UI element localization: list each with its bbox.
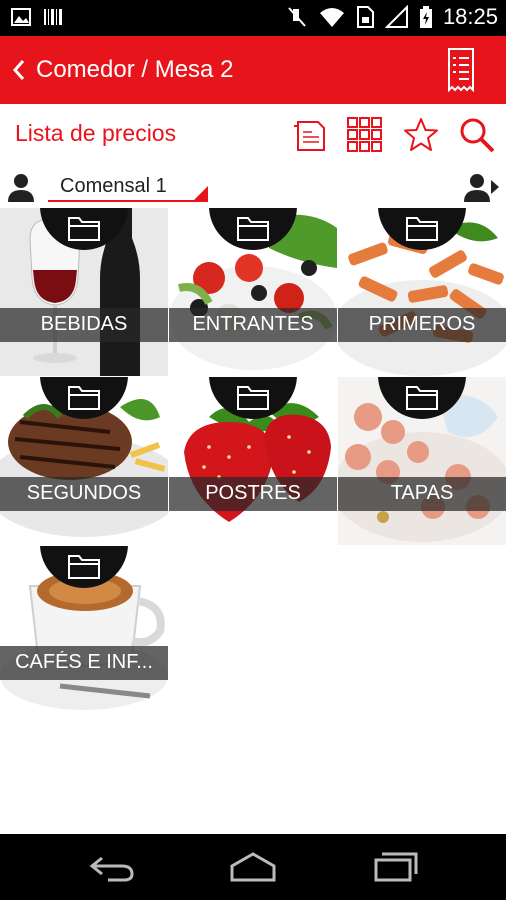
status-bar: 18:25 xyxy=(0,0,506,36)
category-label: TAPAS xyxy=(390,482,454,504)
price-list-title: Lista de precios xyxy=(15,120,177,146)
category-tile-segundos[interactable]: SEGUNDOS xyxy=(0,377,168,545)
diner-selected-value: Comensal 1 xyxy=(60,175,167,197)
folder-icon xyxy=(68,217,100,241)
category-tile-bebidas[interactable]: BEBIDAS xyxy=(0,208,168,376)
category-label: PRIMEROS xyxy=(368,313,476,335)
folder-icon xyxy=(237,217,269,241)
folder-icon xyxy=(406,217,438,241)
toolbar: Lista de precios xyxy=(0,104,506,166)
mute-icon xyxy=(288,7,306,27)
folder-icon xyxy=(406,386,438,410)
recents-nav-icon[interactable] xyxy=(370,850,420,884)
category-tile-postres[interactable]: POSTRES xyxy=(169,377,337,545)
category-label: ENTRANTES xyxy=(192,313,314,335)
category-tile-tapas[interactable]: TAPAS xyxy=(338,377,506,545)
folder-icon xyxy=(68,386,100,410)
barcode-icon xyxy=(44,9,62,25)
chevron-left-icon[interactable] xyxy=(8,56,30,84)
category-label: BEBIDAS xyxy=(40,313,128,335)
category-label: CAFÉS E INF... xyxy=(15,651,153,673)
page-title: Comedor / Mesa 2 xyxy=(36,56,234,83)
folder-icon xyxy=(237,386,269,410)
image-icon xyxy=(11,8,31,26)
receipt-icon[interactable] xyxy=(446,46,476,94)
category-tile-cafes[interactable]: CAFÉS E INF... xyxy=(0,546,168,714)
back-nav-icon[interactable] xyxy=(88,850,138,884)
category-tile-primeros[interactable]: PRIMEROS xyxy=(338,208,506,376)
system-nav-bar xyxy=(0,834,506,900)
person-next-icon[interactable] xyxy=(464,172,500,202)
diner-selector-row: Comensal 1 xyxy=(0,166,506,206)
sim-icon xyxy=(356,6,374,28)
category-label: SEGUNDOS xyxy=(26,482,142,504)
category-tile-entrantes[interactable]: ENTRANTES xyxy=(169,208,337,376)
search-icon[interactable] xyxy=(458,116,496,154)
grid-icon[interactable] xyxy=(346,116,384,154)
home-nav-icon[interactable] xyxy=(228,850,278,884)
wifi-icon xyxy=(319,8,344,27)
diner-dropdown[interactable]: Comensal 1 xyxy=(48,170,208,202)
clock: 18:25 xyxy=(442,4,498,29)
person-icon xyxy=(8,174,34,202)
folder-icon xyxy=(68,555,100,579)
battery-icon xyxy=(419,6,432,28)
dropdown-corner-icon xyxy=(194,186,208,200)
category-label: POSTRES xyxy=(205,482,301,504)
signal-icon xyxy=(384,5,408,28)
document-icon[interactable] xyxy=(292,116,330,154)
star-icon[interactable] xyxy=(402,116,440,154)
app-bar: Comedor / Mesa 2 xyxy=(0,36,506,104)
